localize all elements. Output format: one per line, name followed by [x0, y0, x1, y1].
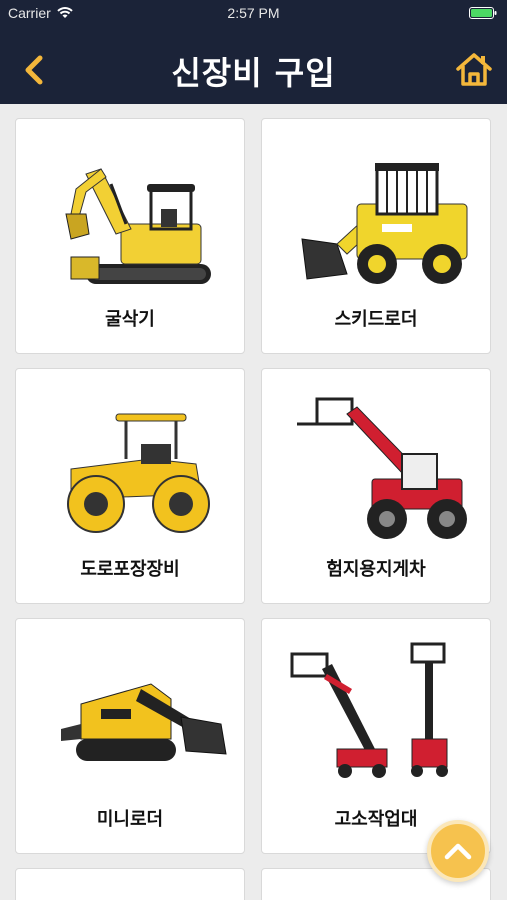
- status-time: 2:57 PM: [227, 5, 280, 21]
- category-label: 미니로더: [96, 809, 164, 830]
- home-button[interactable]: [453, 48, 495, 90]
- category-label: 굴삭기: [105, 309, 155, 330]
- telehandler-illustration: [297, 397, 467, 539]
- category-card-aerial-lift[interactable]: 고소작업대: [261, 618, 491, 854]
- category-card-telehandler[interactable]: 험지용지게차: [261, 368, 491, 604]
- category-label: 스키드로더: [334, 309, 418, 330]
- category-card-partial-left[interactable]: [15, 868, 245, 900]
- skid-loader-illustration: [301, 163, 468, 284]
- nav-bar: 신장비 구입: [0, 40, 507, 100]
- screen: Carrier 2:57 PM 신장비 구입 굴삭기 스키드로더 도로포장장비 …: [0, 0, 507, 900]
- battery-icon: [469, 7, 497, 19]
- home-icon: [456, 53, 492, 86]
- category-card-excavator[interactable]: 굴삭기: [15, 118, 245, 354]
- category-card-skid-loader[interactable]: 스키드로더: [261, 118, 491, 354]
- category-label: 험지용지게차: [326, 559, 426, 580]
- excavator-illustration: [65, 168, 211, 284]
- page-title: 신장비 구입: [171, 54, 336, 92]
- mini-loader-illustration: [61, 683, 227, 761]
- status-bar: Carrier 2:57 PM: [0, 0, 507, 28]
- chevron-up-icon: [444, 843, 472, 860]
- aerial-lift-illustration: [290, 642, 448, 778]
- category-card-road-roller[interactable]: 도로포장장비: [15, 368, 245, 604]
- road-roller-illustration: [67, 413, 210, 533]
- scroll-to-top-button[interactable]: [427, 820, 489, 882]
- header: Carrier 2:57 PM 신장비 구입: [0, 0, 507, 104]
- category-label: 도로포장장비: [80, 559, 180, 580]
- category-card-mini-loader[interactable]: 미니로더: [15, 618, 245, 854]
